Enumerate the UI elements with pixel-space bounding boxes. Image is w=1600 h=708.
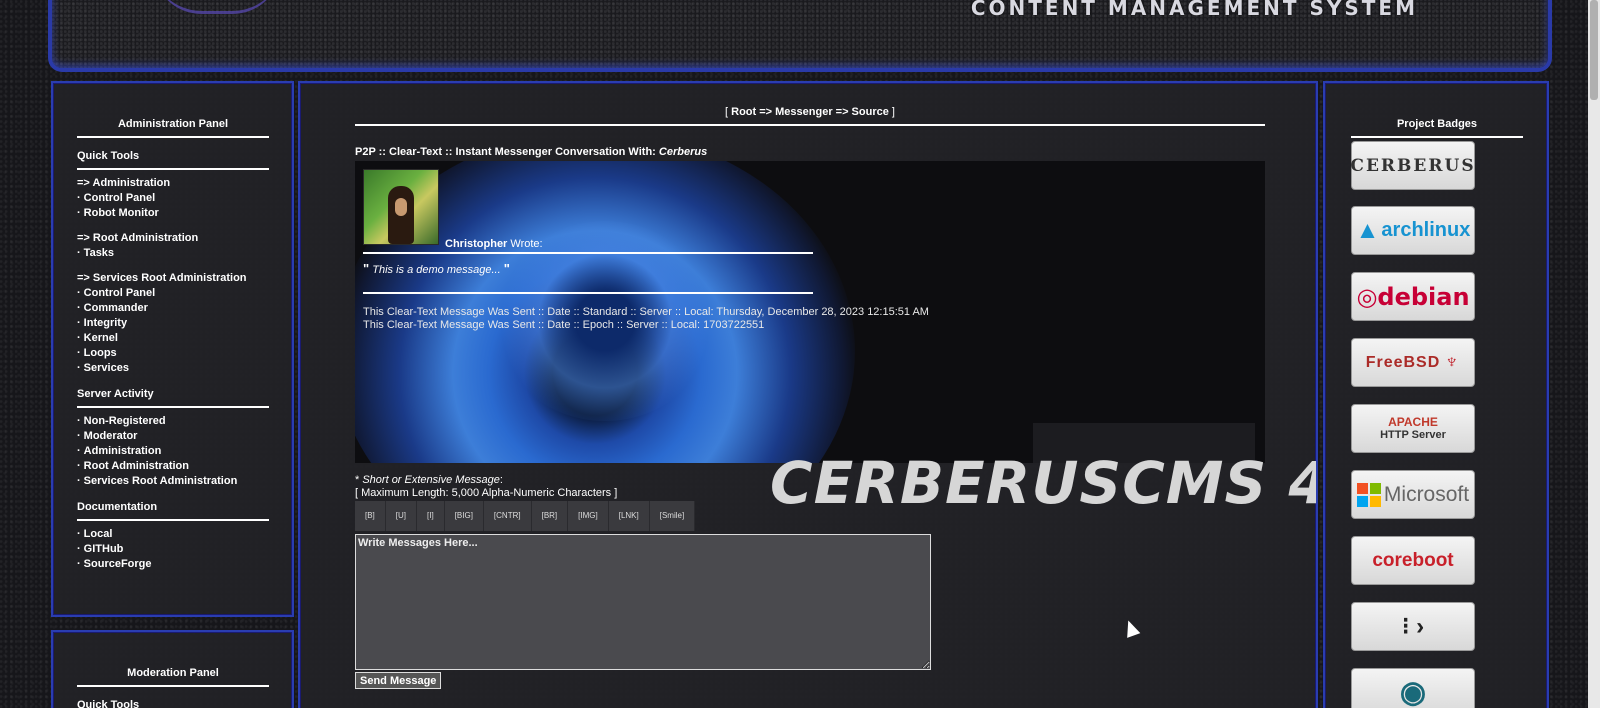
nav-root-administration[interactable]: => Root Administration [77, 231, 269, 246]
nav-non-registered[interactable]: · Non-Registered [77, 414, 269, 429]
nav-services-root-administration[interactable]: => Services Root Administration [77, 271, 269, 286]
panel-title: Project Badges [1351, 118, 1523, 138]
big-button[interactable]: [BIG] [444, 501, 484, 531]
breadcrumb: [ Root => Messenger => Source ] [355, 106, 1265, 126]
conversation-title: P2P :: Clear-Text :: Instant Messenger C… [355, 146, 708, 158]
nav-control-panel[interactable]: · Control Panel [77, 191, 269, 206]
quick-tools-heading: Quick Tools [77, 150, 269, 170]
nav-activity-root-administration[interactable]: · Root Administration [77, 459, 269, 474]
badge-archlinux[interactable]: ▲ archlinux [1351, 206, 1475, 255]
conversation-partner[interactable]: Cerberus [659, 146, 707, 158]
badge-apache[interactable]: APACHE HTTP Server [1351, 404, 1475, 453]
badge-coreboot[interactable]: coreboot [1351, 536, 1475, 585]
message-text: This is a demo message... [372, 264, 501, 276]
panel-title: Administration Panel [77, 118, 269, 138]
format-toolbar: [B] [U] [I] [BIG] [CNTR] [BR] [IMG] [LNK… [355, 501, 696, 531]
nav-activity-services-root[interactable]: · Services Root Administration [77, 474, 269, 489]
image-button[interactable]: [IMG] [568, 501, 609, 531]
site-banner: CONTENT MANAGEMENT SYSTEM [48, 0, 1552, 72]
nav-services[interactable]: · Services [77, 361, 269, 376]
badge-partial[interactable]: ◉ [1351, 668, 1475, 708]
divider [363, 292, 813, 294]
line-break-button[interactable]: [BR] [531, 501, 569, 531]
nav-loops[interactable]: · Loops [77, 346, 269, 361]
scrollbar-thumb[interactable] [1590, 0, 1598, 100]
nav-services-control-panel[interactable]: · Control Panel [77, 286, 269, 301]
link-button[interactable]: [LNK] [608, 501, 650, 531]
quick-tools-list: => Administration · Control Panel · Robot … [77, 176, 269, 376]
quick-tools-heading: Quick Tools [77, 699, 269, 708]
badge-debian[interactable]: ◎ debian [1351, 272, 1475, 321]
microsoft-logo-icon [1356, 482, 1381, 507]
max-length-note: [ Maximum Length: 5,000 Alpha-Numeric Ch… [355, 487, 618, 499]
nav-administration[interactable]: => Administration [77, 176, 269, 191]
nav-doc-local[interactable]: · Local [77, 527, 269, 542]
message-input[interactable] [355, 534, 931, 670]
nav-integrity[interactable]: · Integrity [77, 316, 269, 331]
moderation-panel: Moderation Panel Quick Tools [51, 630, 294, 708]
dots-chevron-icon: ⁝ › [1401, 613, 1425, 640]
message-author-line: Christopher Wrote: [445, 238, 543, 250]
sent-timestamp-standard: This Clear-Text Message Was Sent :: Date… [363, 306, 929, 318]
nav-kernel[interactable]: · Kernel [77, 331, 269, 346]
nav-doc-github[interactable]: · GITHub [77, 542, 269, 557]
message-author[interactable]: Christopher [445, 238, 507, 250]
beastie-icon: ♆ [1444, 351, 1461, 373]
badge-freebsd[interactable]: FreeBSD ♆ [1351, 338, 1475, 387]
server-activity-list: · Non-Registered · Moderator · Administrati… [77, 414, 269, 489]
nav-doc-sourceforge[interactable]: · SourceForge [77, 557, 269, 572]
debian-swirl-icon: ◎ [1356, 282, 1378, 311]
server-activity-heading: Server Activity [77, 388, 269, 408]
banner-title: CONTENT MANAGEMENT SYSTEM [970, 0, 1418, 20]
message-label: * Short or Extensive Message: [355, 474, 503, 486]
nav-commander[interactable]: · Commander [77, 301, 269, 316]
send-message-button[interactable]: Send Message [355, 672, 442, 689]
sent-timestamp-epoch: This Clear-Text Message Was Sent :: Date… [363, 319, 765, 331]
nav-robot-monitor[interactable]: · Robot Monitor [77, 206, 269, 221]
nav-tasks[interactable]: · Tasks [77, 246, 269, 261]
messenger-panel: [ Root => Messenger => Source ] P2P :: C… [298, 81, 1318, 708]
documentation-list: · Local · GITHub · SourceForge [77, 527, 269, 572]
administration-panel: Administration Panel Quick Tools => Admi… [51, 81, 294, 617]
italic-button[interactable]: [I] [417, 501, 445, 531]
ring-logo-icon: ◉ [1399, 676, 1427, 708]
divider [363, 252, 813, 254]
badge-dots-chevron[interactable]: ⁝ › [1351, 602, 1475, 651]
bold-button[interactable]: [B] [355, 501, 386, 531]
badge-cerberus[interactable]: CERBERUS [1350, 141, 1475, 190]
panel-title: Moderation Panel [77, 667, 269, 687]
message-area: Christopher Wrote: " This is a demo mess… [355, 161, 1265, 463]
documentation-heading: Documentation [77, 501, 269, 521]
project-badges-panel: Project Badges CERBERUS ▲ archlinux ◎ debi… [1323, 81, 1549, 708]
underline-button[interactable]: [U] [385, 501, 418, 531]
badge-microsoft[interactable]: Microsoft [1351, 470, 1475, 519]
page-scrollbar[interactable] [1588, 0, 1600, 708]
message-quote: " This is a demo message... " [363, 261, 510, 276]
avatar-portrait [388, 186, 414, 244]
banner-logo [152, 0, 282, 14]
nav-moderator[interactable]: · Moderator [77, 429, 269, 444]
arch-logo-icon: ▲ [1355, 216, 1380, 244]
nav-activity-administration[interactable]: · Administration [77, 444, 269, 459]
center-button[interactable]: [CNTR] [483, 501, 532, 531]
smile-button[interactable]: [Smile] [649, 501, 696, 531]
cerberuscms-watermark: CERBERUSCMS 4 [770, 449, 1318, 517]
avatar[interactable] [363, 169, 439, 245]
breadcrumb-path[interactable]: Root => Messenger => Source [731, 106, 889, 118]
